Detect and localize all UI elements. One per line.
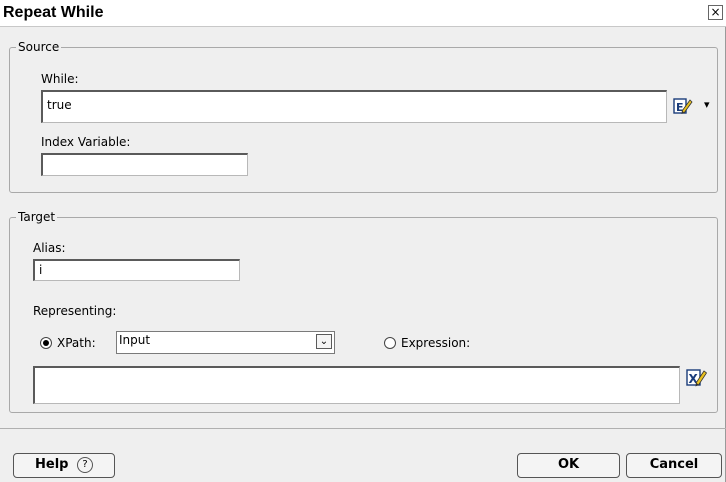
ok-button[interactable]: OK <box>517 453 620 478</box>
representing-label: Representing: <box>33 304 117 318</box>
help-icon: ? <box>77 457 93 473</box>
index-variable-label: Index Variable: <box>41 135 131 149</box>
expression-editor-icon[interactable]: E <box>673 97 693 115</box>
ok-label: OK <box>557 457 580 472</box>
source-legend: Source <box>18 40 60 54</box>
xpath-selected-value: Input <box>119 333 151 347</box>
xpath-select[interactable]: Input ⌄ <box>116 331 335 354</box>
xpath-dropdown-button[interactable]: ⌄ <box>316 334 332 349</box>
target-legend: Target <box>18 210 56 224</box>
expression-radio[interactable] <box>384 337 396 349</box>
repeat-while-dialog: Repeat While × Source While: true E ▾ In… <box>0 0 726 482</box>
while-label: While: <box>41 72 79 86</box>
footer-divider <box>0 428 726 429</box>
expression-menu-arrow[interactable]: ▾ <box>704 98 710 111</box>
cancel-label: Cancel <box>649 457 699 472</box>
while-input[interactable]: true <box>41 90 667 123</box>
title-bar: Repeat While × <box>0 0 726 27</box>
alias-value: i <box>39 263 43 277</box>
expression-input[interactable] <box>33 366 680 404</box>
alias-label: Alias: <box>33 241 66 255</box>
xpath-editor-icon[interactable]: X <box>686 368 708 388</box>
xpath-radio[interactable] <box>40 337 52 349</box>
alias-input[interactable]: i <box>33 259 240 281</box>
help-label: Help <box>35 457 69 472</box>
xpath-label: XPath: <box>57 336 96 350</box>
cancel-button[interactable]: Cancel <box>626 453 722 478</box>
help-button[interactable]: Help ? <box>13 453 115 478</box>
dialog-title: Repeat While <box>3 4 104 21</box>
index-variable-input[interactable] <box>41 153 248 176</box>
while-input-value: true <box>47 98 72 112</box>
expression-label: Expression: <box>401 336 471 350</box>
close-button[interactable]: × <box>708 5 723 20</box>
